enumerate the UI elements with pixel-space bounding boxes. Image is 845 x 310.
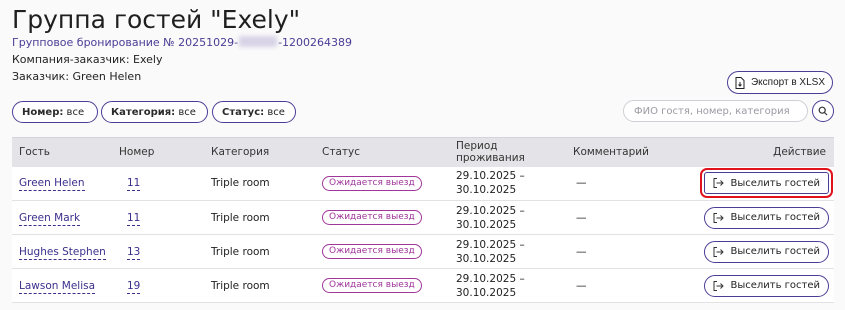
action-cell: Выселить гостей <box>656 201 834 235</box>
filter-status-value: все <box>267 106 285 118</box>
room-link[interactable]: 19 <box>127 279 141 294</box>
comment-cell: — <box>576 177 587 190</box>
header-comment: Комментарий <box>566 137 656 167</box>
action-cell: Выселить гостей <box>656 269 834 303</box>
period-end: 30.10.2025 <box>456 286 517 299</box>
header-period[interactable]: Период проживания <box>449 137 566 167</box>
booking-number[interactable]: Групповое бронирование № 20251029- -12002… <box>12 36 352 49</box>
status-cell: Ожидается выезд <box>315 269 449 303</box>
category-cell: Triple room <box>211 177 270 190</box>
redacted-blur <box>239 36 278 47</box>
status-cell: Ожидается выезд <box>315 201 449 235</box>
evict-guests-label: Выселить гостей <box>730 280 820 291</box>
file-export-icon <box>735 76 745 89</box>
status-badge: Ожидается выезд <box>322 278 422 293</box>
evict-guests-label: Выселить гостей <box>730 246 820 257</box>
filter-status-name: Статус: <box>222 106 265 118</box>
filter-room[interactable]: Номер: все <box>12 101 98 123</box>
export-xlsx-button[interactable]: Экспорт в XLSX <box>727 71 833 94</box>
category-cell: Triple room <box>211 279 270 292</box>
room-cell: 11 <box>112 167 204 201</box>
table-row: Green Helen 11 Triple room Ожидается вые… <box>12 167 834 201</box>
status-cell: Ожидается выезд <box>315 167 449 201</box>
filter-status[interactable]: Статус: все <box>212 101 296 123</box>
guest-link[interactable]: Lawson Melisa <box>19 279 96 294</box>
evict-guests-button[interactable]: Выселить гостей <box>704 240 829 263</box>
filter-category-value: все <box>178 106 196 118</box>
action-cell: Выселить гостей <box>656 235 834 269</box>
guest-cell: Lawson Melisa <box>12 269 112 303</box>
header-status[interactable]: Статус <box>315 137 449 167</box>
period-end: 30.10.2025 <box>456 184 517 197</box>
period-cell: 29.10.2025 –30.10.2025 <box>449 235 566 269</box>
period-start: 29.10.2025 – <box>456 170 525 183</box>
evict-guests-label: Выселить гостей <box>730 212 820 223</box>
table-row: Green Mark 11 Triple room Ожидается выез… <box>12 201 834 235</box>
period-end: 30.10.2025 <box>456 218 517 231</box>
table-header-row: Гость Номер Категория Статус Период прож… <box>12 137 834 167</box>
action-cell: Выселить гостей <box>656 167 834 201</box>
period-start: 29.10.2025 – <box>456 204 525 217</box>
period-end: 30.10.2025 <box>456 252 517 265</box>
company-info: Компания-заказчик: Exely <box>12 53 163 66</box>
guest-cell: Green Mark <box>12 201 112 235</box>
guest-cell: Green Helen <box>12 167 112 201</box>
logout-icon <box>713 246 725 257</box>
room-link[interactable]: 11 <box>127 177 141 192</box>
period-cell: 29.10.2025 –30.10.2025 <box>449 269 566 303</box>
evict-guests-button[interactable]: Выселить гостей <box>704 274 829 297</box>
status-badge: Ожидается выезд <box>322 175 422 191</box>
comment-cell: — <box>576 245 587 258</box>
room-link[interactable]: 11 <box>127 211 141 226</box>
status-cell: Ожидается выезд <box>315 235 449 269</box>
filter-category-name: Категория: <box>111 106 176 118</box>
room-cell: 13 <box>112 235 204 269</box>
evict-guests-button[interactable]: Выселить гостей <box>700 168 833 199</box>
evict-guests-label: Выселить гостей <box>730 177 820 189</box>
guest-link[interactable]: Green Mark <box>19 211 81 226</box>
logout-icon <box>713 178 725 189</box>
room-cell: 11 <box>112 201 204 235</box>
table-row: Hughes Stephen 13 Triple room Ожидается … <box>12 235 834 269</box>
filter-category[interactable]: Категория: все <box>101 101 208 123</box>
status-badge: Ожидается выезд <box>322 210 422 225</box>
guest-link[interactable]: Green Helen <box>19 177 85 192</box>
category-cell: Triple room <box>211 245 270 258</box>
period-start: 29.10.2025 – <box>456 272 525 285</box>
comment-cell: — <box>576 211 587 224</box>
guest-link[interactable]: Hughes Stephen <box>19 245 106 260</box>
period-cell: 29.10.2025 –30.10.2025 <box>449 201 566 235</box>
header-room[interactable]: Номер <box>112 137 204 167</box>
header-action: Действие <box>656 137 834 167</box>
guest-cell: Hughes Stephen <box>12 235 112 269</box>
room-link[interactable]: 13 <box>127 245 141 260</box>
search-input[interactable] <box>623 100 808 122</box>
logout-icon <box>713 212 725 223</box>
period-cell: 29.10.2025 –30.10.2025 <box>449 167 566 201</box>
table-row: Lawson Melisa 19 Triple room Ожидается в… <box>12 269 834 303</box>
header-guest[interactable]: Гость <box>12 137 112 167</box>
booking-number-suffix: -1200264389 <box>278 36 353 49</box>
logout-icon <box>713 280 725 291</box>
filter-room-name: Номер: <box>22 106 64 118</box>
export-xlsx-label: Экспорт в XLSX <box>750 77 825 88</box>
filter-room-value: все <box>66 106 85 118</box>
period-start: 29.10.2025 – <box>456 238 525 251</box>
guests-table: Гость Номер Категория Статус Период прож… <box>12 137 834 303</box>
search-button[interactable] <box>812 100 834 122</box>
status-badge: Ожидается выезд <box>322 244 422 259</box>
page-title: Группа гостей "Exely" <box>12 5 301 34</box>
customer-info: Заказчик: Green Helen <box>12 70 142 83</box>
category-cell: Triple room <box>211 211 270 224</box>
header-category[interactable]: Категория <box>204 137 315 167</box>
search-icon <box>818 106 828 116</box>
booking-number-prefix: Групповое бронирование № 20251029- <box>12 36 239 49</box>
evict-guests-button[interactable]: Выселить гостей <box>704 206 829 229</box>
room-cell: 19 <box>112 269 204 303</box>
comment-cell: — <box>576 279 587 292</box>
